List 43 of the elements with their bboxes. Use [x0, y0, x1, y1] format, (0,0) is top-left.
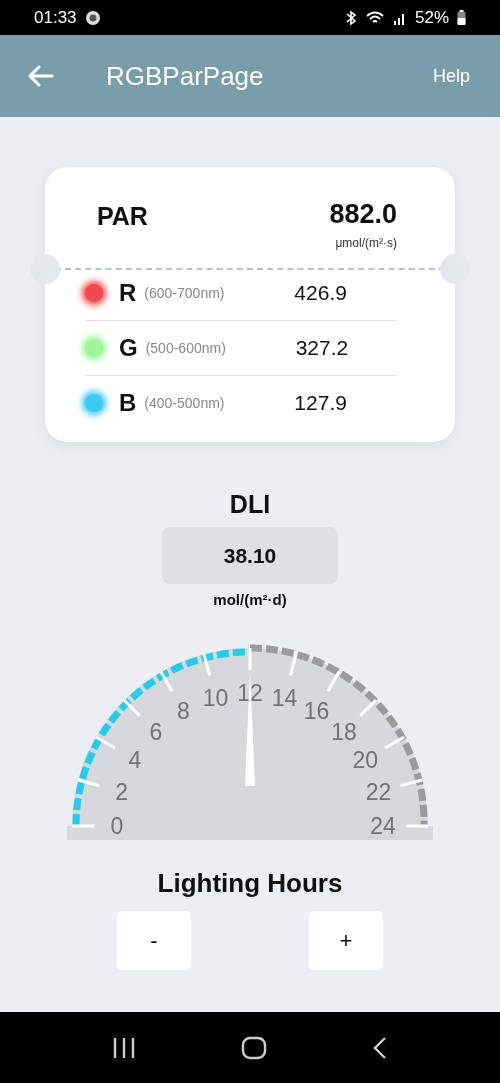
channel-range: (500-600nm)	[145, 340, 227, 356]
step-button[interactable]: -	[117, 911, 191, 970]
status-time: 01:33	[34, 7, 77, 28]
dli-value: 38.10	[162, 527, 338, 584]
gauge-label: 4	[128, 746, 142, 773]
notification-icon	[84, 9, 101, 26]
gauge-label: 20	[352, 746, 378, 773]
channel-value: 127.9	[294, 391, 347, 415]
gauge-label: 10	[202, 684, 229, 711]
par-unit: μmol/(m²·s)	[335, 236, 397, 250]
gauge-label: 6	[149, 718, 163, 745]
step-button[interactable]: +	[309, 911, 383, 970]
par-label: PAR	[97, 202, 148, 231]
channel-letter: G	[119, 334, 138, 362]
battery-percent: 52%	[414, 7, 449, 28]
home-icon[interactable]	[241, 1035, 267, 1060]
recents-icon[interactable]	[112, 1036, 137, 1059]
par-value: 882.0	[329, 199, 397, 230]
lighting-hours-title: Lighting Hours	[157, 868, 343, 899]
channel-range: (600-700nm)	[144, 285, 226, 301]
channel-value: 426.9	[294, 281, 347, 305]
gauge-label: 22	[365, 778, 392, 805]
dli-title: DLI	[229, 490, 271, 519]
channel-letter: R	[119, 279, 137, 307]
back-icon[interactable]	[371, 1035, 388, 1060]
gauge-label: 18	[331, 718, 357, 745]
dli-unit: mol/(m²·d)	[213, 591, 287, 608]
gauge-label: 24	[370, 813, 396, 839]
gauge-label: 0	[110, 813, 124, 839]
page-title: RGBParPage	[106, 60, 265, 92]
gauge-label: 14	[271, 684, 298, 711]
back-arrow-icon[interactable]	[28, 65, 54, 87]
bluetooth-icon	[344, 9, 357, 26]
gauge-label: 12	[237, 680, 263, 706]
channel-letter: B	[119, 389, 137, 417]
card-notch	[30, 254, 60, 284]
gauge-label: 8	[177, 697, 190, 724]
card-notch	[440, 254, 470, 284]
channel-value: 327.2	[295, 336, 349, 360]
gauge-label: 16	[303, 697, 330, 724]
gauge-label: 2	[115, 778, 128, 805]
battery-icon	[457, 10, 466, 25]
channel-range: (400-500nm)	[144, 395, 226, 411]
